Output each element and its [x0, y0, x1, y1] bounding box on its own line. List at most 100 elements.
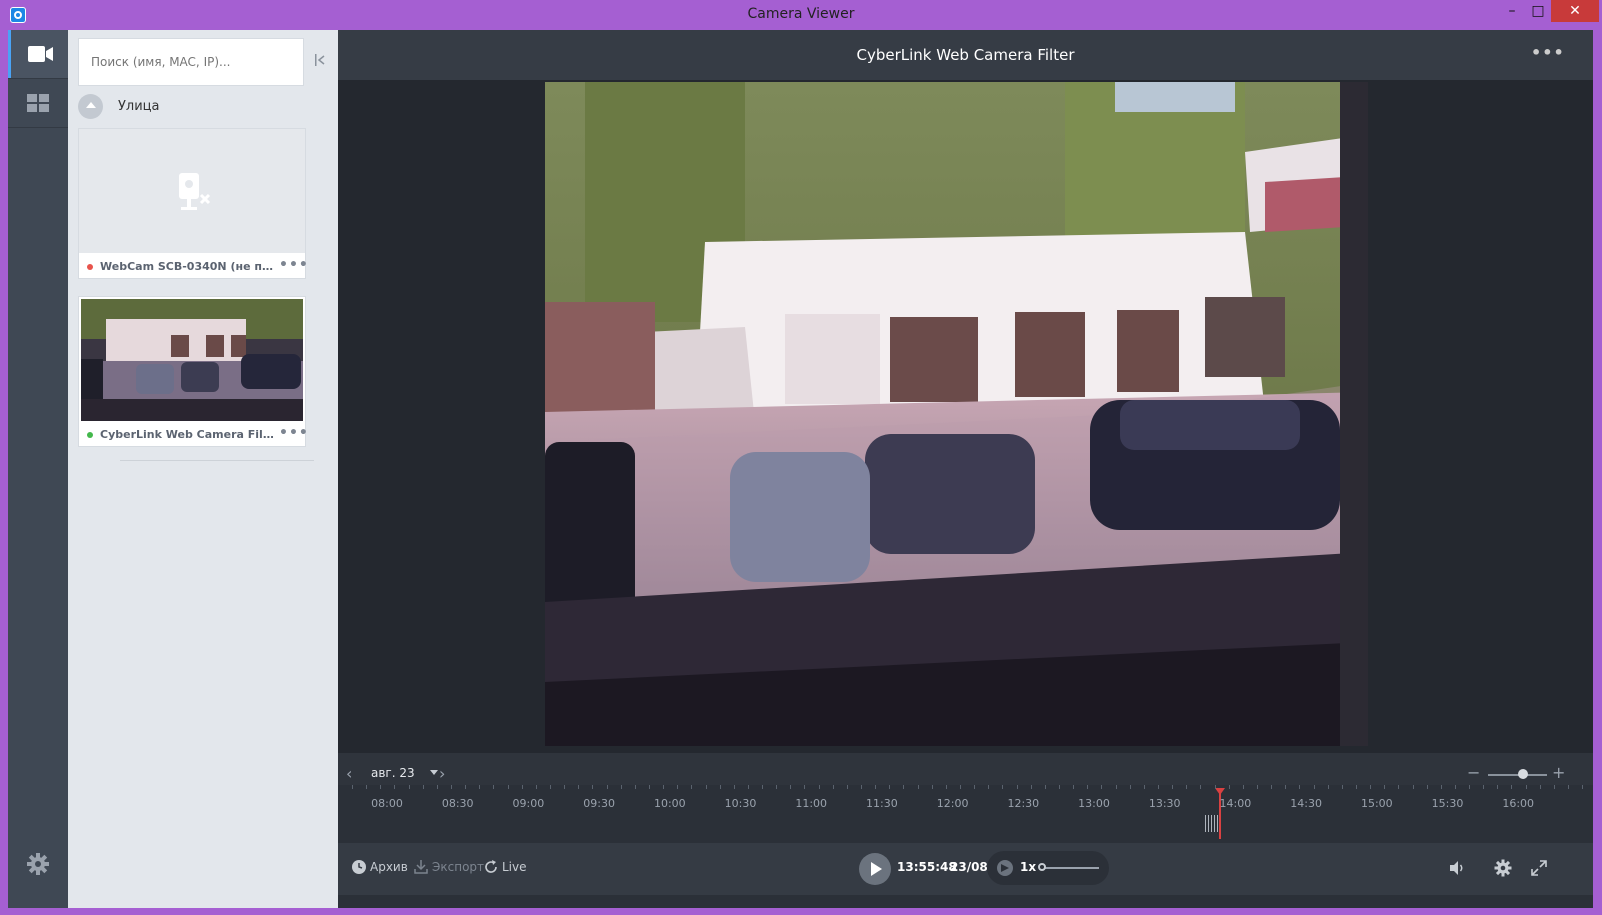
timeline-tick	[592, 785, 594, 789]
maximize-button[interactable]: □	[1523, 0, 1553, 22]
rail-item-layouts[interactable]	[8, 79, 68, 127]
camera-disconnected-icon	[179, 173, 211, 210]
camera-card[interactable]: WebCam SCB-0340N (не подключена) •••	[78, 128, 308, 279]
timeline-tick	[1313, 785, 1315, 789]
timeline-tick	[875, 785, 877, 789]
close-button[interactable]: ✕	[1551, 0, 1599, 22]
timeline-tick-label: 12:00	[936, 797, 969, 810]
window-title: Camera Viewer	[747, 6, 855, 22]
playhead[interactable]	[1219, 788, 1221, 839]
refresh-icon	[485, 860, 497, 873]
timeline-tick	[1497, 785, 1499, 789]
timeline-tick	[1440, 785, 1442, 789]
timeline-tick	[535, 785, 537, 789]
zoom-out-button[interactable]: −	[1467, 763, 1480, 782]
timeline-tick	[479, 785, 481, 789]
timeline-tick	[408, 785, 410, 789]
timeline-tick-label: 16:00	[1502, 797, 1535, 810]
timeline-tick	[903, 785, 905, 789]
zoom-slider-thumb[interactable]	[1518, 769, 1529, 779]
viewer-more-button[interactable]: •••	[1531, 43, 1564, 67]
timeline-tick	[1044, 785, 1046, 789]
camera-thumbnail[interactable]	[81, 299, 303, 421]
download-icon	[414, 860, 428, 874]
camera-name: CyberLink Web Camera Filter	[100, 428, 275, 441]
group-collapse-button[interactable]	[78, 94, 103, 119]
camera-card-footer: WebCam SCB-0340N (не подключена) •••	[79, 255, 308, 279]
speed-slider[interactable]	[1042, 867, 1099, 869]
timeline-tick	[988, 785, 990, 789]
timeline-tick	[578, 785, 580, 789]
timeline-tick	[945, 785, 947, 789]
sidebar-divider	[120, 460, 314, 461]
timeline-tick	[1186, 785, 1188, 789]
gear-icon[interactable]	[1494, 859, 1512, 877]
timeline-track[interactable]: 08:00 08:30 09:00 09:30 10:00 10:30 11:00 11:30…	[338, 785, 1593, 843]
viewer-header: CyberLink Web Camera Filter •••	[338, 30, 1593, 80]
timeline-tick	[1002, 785, 1004, 789]
timeline-tick	[1228, 785, 1230, 789]
timeline-tick	[1299, 785, 1301, 789]
timeline-tick	[634, 785, 636, 789]
timeline-tick	[1568, 785, 1570, 789]
timeline-tick	[663, 785, 665, 789]
search-input[interactable]	[78, 38, 304, 86]
timeline-tick	[1511, 785, 1513, 789]
timeline-tick	[380, 785, 382, 789]
timeline-tick	[648, 785, 650, 789]
camera-more-button[interactable]: •••	[279, 257, 308, 275]
export-button[interactable]: Экспорт	[414, 860, 484, 874]
speed-slider-thumb[interactable]	[1038, 863, 1046, 871]
settings-button[interactable]	[8, 840, 68, 888]
camera-snapshot	[81, 299, 303, 421]
timeline-date[interactable]: авг. 23	[371, 766, 415, 780]
timeline-tick-label: 11:00	[795, 797, 828, 810]
timeline-tick-label: 09:30	[583, 797, 615, 810]
camera-more-button[interactable]: •••	[279, 425, 308, 443]
timeline-tick	[1384, 785, 1386, 789]
timeline-tick	[521, 785, 523, 789]
live-button[interactable]: Live	[484, 860, 527, 874]
timeline-tick	[1115, 785, 1117, 789]
timeline-tick	[620, 785, 622, 789]
zoom-in-button[interactable]: +	[1552, 763, 1565, 782]
timeline-tick	[450, 785, 452, 789]
status-dot	[87, 432, 93, 438]
timeline-tick	[366, 785, 368, 789]
date-dropdown-icon[interactable]	[430, 770, 438, 775]
camera-thumbnail-empty[interactable]	[79, 129, 305, 253]
timeline-tick	[436, 785, 438, 789]
camera-card[interactable]: CyberLink Web Camera Filter •••	[78, 296, 308, 447]
live-label: Live	[502, 860, 527, 874]
timeline-tick	[1214, 785, 1216, 789]
timeline-tick	[1412, 785, 1414, 789]
gear-icon	[27, 853, 49, 875]
timeline-tick	[1553, 785, 1555, 789]
timeline-tick	[960, 785, 962, 789]
collapse-sidebar-icon[interactable]	[314, 52, 326, 68]
grid-layout-icon	[27, 94, 49, 112]
chevron-left-icon[interactable]: ‹	[346, 764, 352, 783]
archive-button[interactable]: Архив	[352, 860, 408, 874]
timeline-tick	[1200, 785, 1202, 789]
timeline-tick	[493, 785, 495, 789]
timeline-tick	[747, 785, 749, 789]
export-label: Экспорт	[432, 860, 485, 874]
timeline-tick	[352, 785, 353, 789]
play-button[interactable]	[859, 853, 891, 885]
timeline-tick	[507, 785, 509, 789]
volume-icon[interactable]	[1448, 859, 1466, 877]
timeline-tick	[846, 785, 848, 789]
timeline-tick-label: 15:30	[1431, 797, 1464, 810]
rail-item-cameras[interactable]	[8, 30, 68, 78]
group-label[interactable]: Улица	[118, 99, 160, 114]
fullscreen-icon[interactable]	[1530, 859, 1548, 877]
live-video[interactable]	[545, 82, 1368, 746]
timeline-tick	[818, 785, 820, 789]
chevron-right-icon[interactable]: ›	[439, 764, 445, 783]
player-controls: Архив Экспорт Live 13:55:48 23/08 1x	[338, 843, 1593, 895]
timeline-tick	[1582, 785, 1584, 789]
timeline-tick	[1059, 785, 1060, 789]
fast-forward-icon[interactable]	[997, 860, 1013, 876]
timeline-tick-label: 08:30	[441, 797, 474, 810]
